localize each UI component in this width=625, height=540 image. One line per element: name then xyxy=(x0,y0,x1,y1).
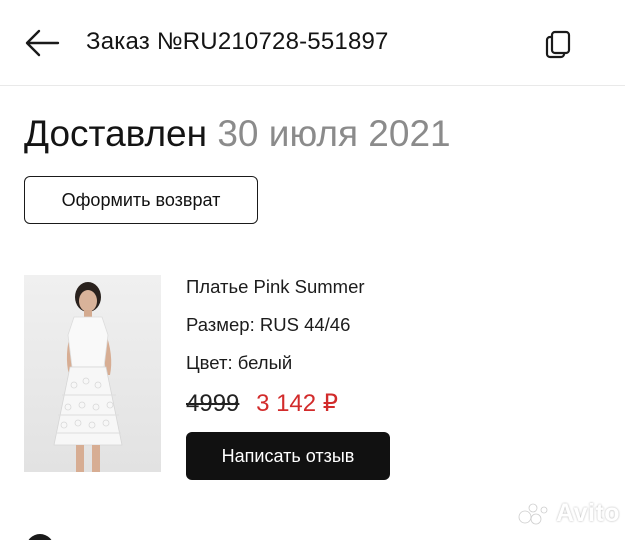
return-button[interactable]: Оформить возврат xyxy=(24,176,258,224)
copy-icon xyxy=(545,30,571,59)
status-date: 30 июля 2021 xyxy=(217,113,451,154)
avito-logo-icon xyxy=(518,503,548,524)
copy-button[interactable] xyxy=(538,24,578,64)
product-size: Размер: RUS 44/46 xyxy=(186,314,351,335)
avito-watermark: Avito xyxy=(518,499,620,528)
price-row: 4999 3 142 ₽ xyxy=(186,389,338,418)
product-color: Цвет: белый xyxy=(186,352,293,373)
dress-photo xyxy=(24,275,161,472)
price-new: 3 142 ₽ xyxy=(256,390,339,417)
write-review-button[interactable]: Написать отзыв xyxy=(186,432,390,480)
order-header: Заказ №RU210728-551897 xyxy=(0,0,625,86)
price-old: 4999 xyxy=(186,390,240,417)
avito-watermark-text: Avito xyxy=(556,499,621,527)
status-state: Доставлен xyxy=(24,113,208,154)
arrow-left-icon xyxy=(25,29,60,57)
product-name[interactable]: Платье Pink Summer xyxy=(186,276,365,298)
product-image[interactable] xyxy=(24,275,161,472)
next-item-icon xyxy=(26,534,54,540)
back-button[interactable] xyxy=(22,24,62,62)
order-title: Заказ №RU210728-551897 xyxy=(86,28,389,55)
order-status: Доставлен 30 июля 2021 xyxy=(24,112,451,156)
